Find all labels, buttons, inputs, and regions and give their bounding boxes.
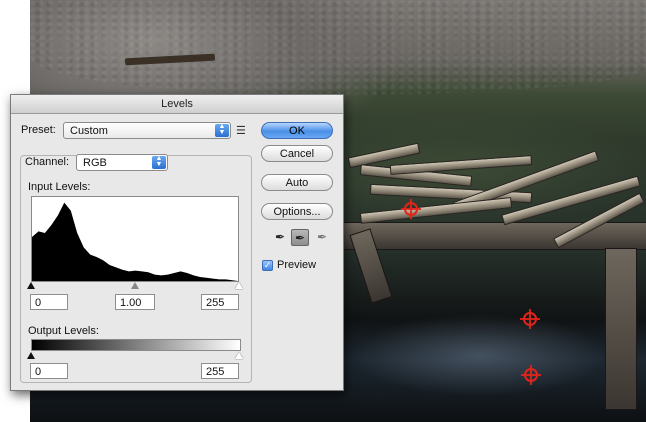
cancel-button[interactable]: Cancel xyxy=(261,145,333,162)
preset-select[interactable]: Custom ▲ ▼ xyxy=(63,122,231,139)
channel-value: RGB xyxy=(83,157,107,169)
color-sampler-marker[interactable] xyxy=(521,365,541,385)
stream-water xyxy=(330,300,646,410)
auto-button[interactable]: Auto xyxy=(261,174,333,191)
preview-checkbox-row[interactable]: ✓ Preview xyxy=(262,259,316,271)
preview-checkbox[interactable]: ✓ xyxy=(262,259,273,271)
input-levels-slider xyxy=(27,281,243,290)
histogram-shape xyxy=(32,202,238,281)
input-white-point-handle[interactable] xyxy=(235,282,243,289)
preset-label: Preset: xyxy=(21,124,56,136)
input-white-field[interactable]: 255 xyxy=(201,294,239,310)
preview-label: Preview xyxy=(277,259,317,271)
color-sampler-marker[interactable] xyxy=(401,199,421,219)
select-arrows-icon: ▲ ▼ xyxy=(152,155,166,169)
output-gradient-bar xyxy=(31,339,241,351)
output-white-field[interactable]: 255 xyxy=(201,363,239,379)
dialog-title[interactable]: Levels xyxy=(11,95,343,114)
input-gamma-field[interactable]: 1.00 xyxy=(115,294,155,310)
histogram xyxy=(31,196,239,282)
output-white-handle[interactable] xyxy=(235,352,243,359)
select-arrows-icon: ▲ ▼ xyxy=(215,123,229,137)
black-eyedropper-icon[interactable]: ✒ xyxy=(271,229,289,246)
input-gamma-handle[interactable] xyxy=(131,282,139,289)
ok-button[interactable]: OK xyxy=(261,122,333,139)
bridge-post xyxy=(605,248,637,410)
output-black-field[interactable]: 0 xyxy=(30,363,68,379)
preset-value: Custom xyxy=(70,125,108,137)
input-black-field[interactable]: 0 xyxy=(30,294,68,310)
channel-label: Channel: xyxy=(23,156,72,168)
output-black-handle[interactable] xyxy=(27,352,35,359)
color-sampler-marker[interactable] xyxy=(520,309,540,329)
preset-options-icon[interactable]: ☰ xyxy=(236,124,246,137)
output-levels-slider xyxy=(27,351,243,360)
input-levels-label: Input Levels: xyxy=(28,181,91,193)
white-eyedropper-icon[interactable]: ✒ xyxy=(313,229,331,246)
input-black-point-handle[interactable] xyxy=(27,282,35,289)
eyedropper-group: ✒ ✒ ✒ xyxy=(269,229,333,247)
levels-dialog: Levels Preset: Custom ▲ ▼ ☰ Channel: RGB … xyxy=(10,94,344,391)
bridge-beam xyxy=(342,222,646,250)
gray-eyedropper-icon[interactable]: ✒ xyxy=(291,229,309,246)
options-button[interactable]: Options... xyxy=(261,203,333,220)
channel-select[interactable]: RGB ▲ ▼ xyxy=(76,154,168,171)
output-levels-label: Output Levels: xyxy=(28,325,99,337)
